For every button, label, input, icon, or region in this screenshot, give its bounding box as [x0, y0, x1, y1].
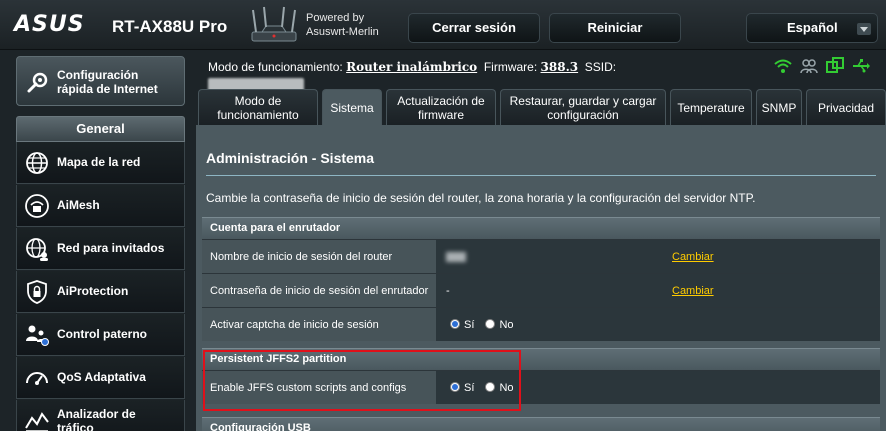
page-title: Administración - Sistema	[206, 150, 375, 166]
radio-label: Sí	[464, 382, 475, 394]
tab-system[interactable]: Sistema	[322, 89, 382, 125]
wrench-gear-icon	[27, 72, 48, 93]
sidebar-item-guest-network[interactable]: Red para invitados	[16, 228, 185, 270]
sidebar-item-adaptive-qos[interactable]: QoS Adaptativa	[16, 357, 185, 399]
status-bar: Modo de funcionamiento: Router inalámbri…	[208, 57, 708, 98]
row-value: Sí No	[436, 308, 880, 341]
captcha-no-radio[interactable]	[485, 319, 496, 329]
page-description: Cambie la contraseña de inicio de sesión…	[206, 191, 756, 205]
tab-bar: Modo de funcionamiento Sistema Actualiza…	[198, 89, 886, 125]
change-password-link[interactable]: Cambiar	[672, 274, 714, 308]
language-value: Español	[787, 20, 838, 35]
devices-icon[interactable]	[826, 57, 844, 75]
jffs-yes-radio[interactable]	[450, 382, 460, 392]
sidebar-item-aimesh[interactable]: AiMesh	[16, 185, 185, 227]
ssid-label: SSID:	[584, 60, 617, 74]
speedometer-icon	[26, 372, 48, 385]
top-bar: ASUS RT-AX88U Pro Powered by Asuswrt-Mer…	[0, 0, 886, 50]
table-row: Nombre de inicio de sesión del router Ca…	[202, 239, 880, 273]
row-label: Activar captcha de inicio de sesión	[202, 308, 436, 341]
parental-control-icon	[26, 325, 49, 346]
table-row: Contraseña de inicio de sesión del enrut…	[202, 273, 880, 307]
guest-network-icon	[26, 238, 48, 261]
sidebar-item-label: Red para invitados	[57, 241, 165, 255]
logout-button[interactable]: Cerrar sesión	[408, 13, 540, 43]
table-row: Enable JFFS custom scripts and configs S…	[202, 370, 880, 404]
tab-privacy[interactable]: Privacidad	[806, 89, 886, 125]
account-table: Cuenta para el enrutador Nombre de inici…	[202, 217, 880, 341]
language-select[interactable]: Español	[746, 13, 878, 43]
tab-firmware-upgrade[interactable]: Actualización de firmware	[386, 89, 496, 125]
section-header: Persistent JFFS2 partition	[202, 348, 880, 370]
row-value: Sí No	[436, 371, 880, 404]
tab-temperature[interactable]: Temperature	[670, 89, 752, 125]
section-header: Configuración USB	[202, 417, 880, 431]
powered-by: Powered by Asuswrt-Merlin	[306, 12, 379, 38]
status-icons	[774, 57, 882, 77]
tab-snmp[interactable]: SNMP	[756, 89, 802, 125]
radio-label: No	[499, 319, 514, 331]
router-model: RT-AX88U Pro	[112, 17, 228, 36]
wifi-icon[interactable]	[774, 57, 792, 75]
sidebar-item-network-map[interactable]: Mapa de la red	[16, 142, 185, 184]
tab-restore-save-load[interactable]: Restaurar, guardar y cargar configuració…	[500, 89, 666, 125]
sidebar-item-label: QoS Adaptativa	[57, 370, 146, 384]
radio-label: No	[499, 382, 514, 394]
row-label: Enable JFFS custom scripts and configs	[202, 371, 436, 404]
jffs-no-radio[interactable]	[485, 382, 496, 392]
quick-internet-setup-button[interactable]: Configuración rápida de Internet	[16, 56, 185, 106]
row-value: Cambiar	[436, 240, 880, 273]
username-redacted	[446, 252, 466, 263]
mode-value-link[interactable]: Router inalámbrico	[346, 60, 477, 74]
brand-logo: ASUS	[14, 12, 85, 37]
quick-setup-label: Configuración rápida de Internet	[57, 68, 158, 96]
users-icon[interactable]	[800, 57, 818, 75]
sidebar-item-parental-control[interactable]: Control paterno	[16, 314, 185, 356]
sidebar-section-general: General	[16, 116, 185, 142]
usb-icon[interactable]	[852, 57, 870, 75]
router-icon	[251, 6, 297, 42]
row-value: - Cambiar	[436, 274, 880, 307]
sidebar-item-label: AiMesh	[57, 198, 100, 212]
chevron-down-icon	[857, 23, 871, 35]
firmware-value-link[interactable]: 388.3	[541, 60, 579, 74]
sidebar-item-label: Analizador de tráfico	[57, 407, 136, 431]
content-panel: Administración - Sistema Cambie la contr…	[196, 125, 886, 431]
reboot-button[interactable]: Reiniciar	[549, 13, 681, 43]
change-username-link[interactable]: Cambiar	[672, 240, 714, 274]
section-header: Cuenta para el enrutador	[202, 217, 880, 239]
row-label: Contraseña de inicio de sesión del enrut…	[202, 274, 436, 307]
jffs-table: Persistent JFFS2 partition Enable JFFS c…	[202, 348, 880, 404]
captcha-yes-radio[interactable]	[450, 319, 460, 329]
title-divider	[206, 175, 876, 176]
tab-operation-mode[interactable]: Modo de funcionamiento	[198, 89, 318, 125]
radio-label: Sí	[464, 319, 475, 331]
usb-table: Configuración USB	[202, 417, 880, 431]
mode-label: Modo de funcionamiento:	[208, 60, 343, 74]
sidebar-item-label: Mapa de la red	[57, 155, 141, 169]
sidebar-item-label: AiProtection	[57, 284, 129, 298]
shield-lock-icon	[27, 280, 47, 304]
globe-network-icon	[26, 152, 48, 174]
aimesh-icon	[25, 194, 49, 218]
password-value: -	[446, 285, 450, 297]
sidebar-item-label: Control paterno	[57, 327, 147, 341]
firmware-label: Firmware:	[483, 60, 538, 74]
sidebar-item-aiprotection[interactable]: AiProtection	[16, 271, 185, 313]
traffic-analyzer-icon	[25, 412, 49, 431]
sidebar-item-traffic-analyzer[interactable]: Analizador de tráfico	[16, 400, 185, 431]
main-content: Modo de funcionamiento: Router inalámbri…	[196, 50, 886, 431]
sidebar: Configuración rápida de Internet General…	[0, 50, 196, 431]
row-label: Nombre de inicio de sesión del router	[202, 240, 436, 273]
table-row: Activar captcha de inicio de sesión Sí N…	[202, 307, 880, 341]
